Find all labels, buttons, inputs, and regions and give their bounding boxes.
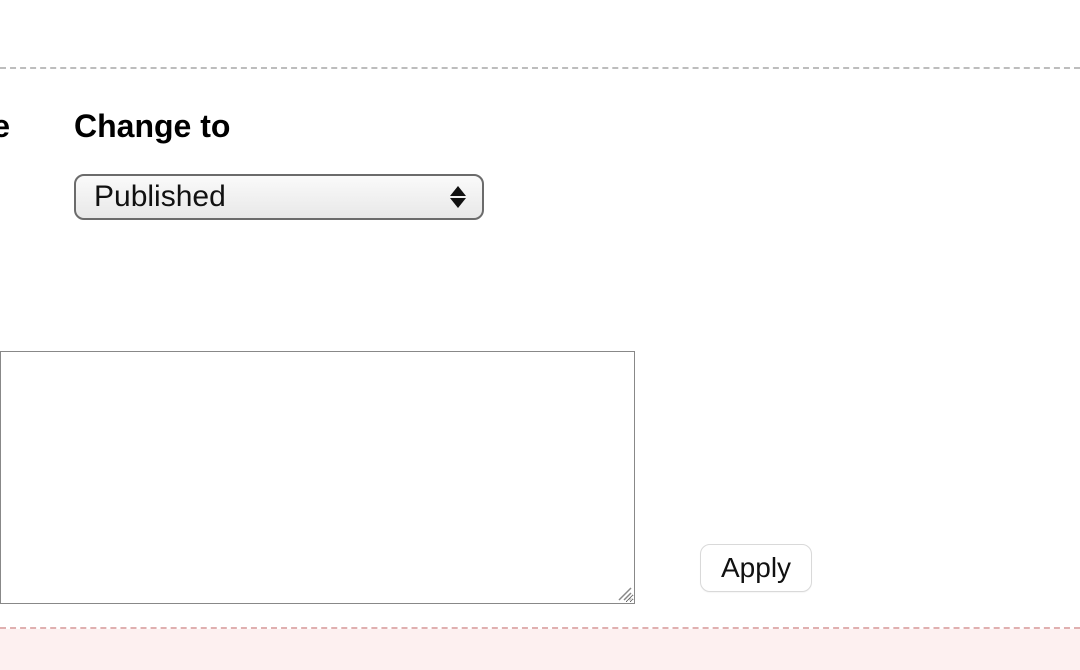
apply-button-label: Apply xyxy=(721,552,791,584)
change-to-select-value: Published xyxy=(94,180,226,214)
chevron-up-down-icon xyxy=(450,185,466,209)
apply-button[interactable]: Apply xyxy=(700,544,812,592)
notes-textarea[interactable] xyxy=(0,351,635,604)
change-to-label: Change to xyxy=(74,108,230,145)
partial-label-left: e xyxy=(0,108,10,145)
divider-top xyxy=(0,67,1080,69)
bottom-tint-region xyxy=(0,629,1080,670)
resize-handle-icon xyxy=(616,585,632,601)
change-to-select[interactable]: Published xyxy=(74,174,484,220)
divider-bottom xyxy=(0,627,1080,629)
